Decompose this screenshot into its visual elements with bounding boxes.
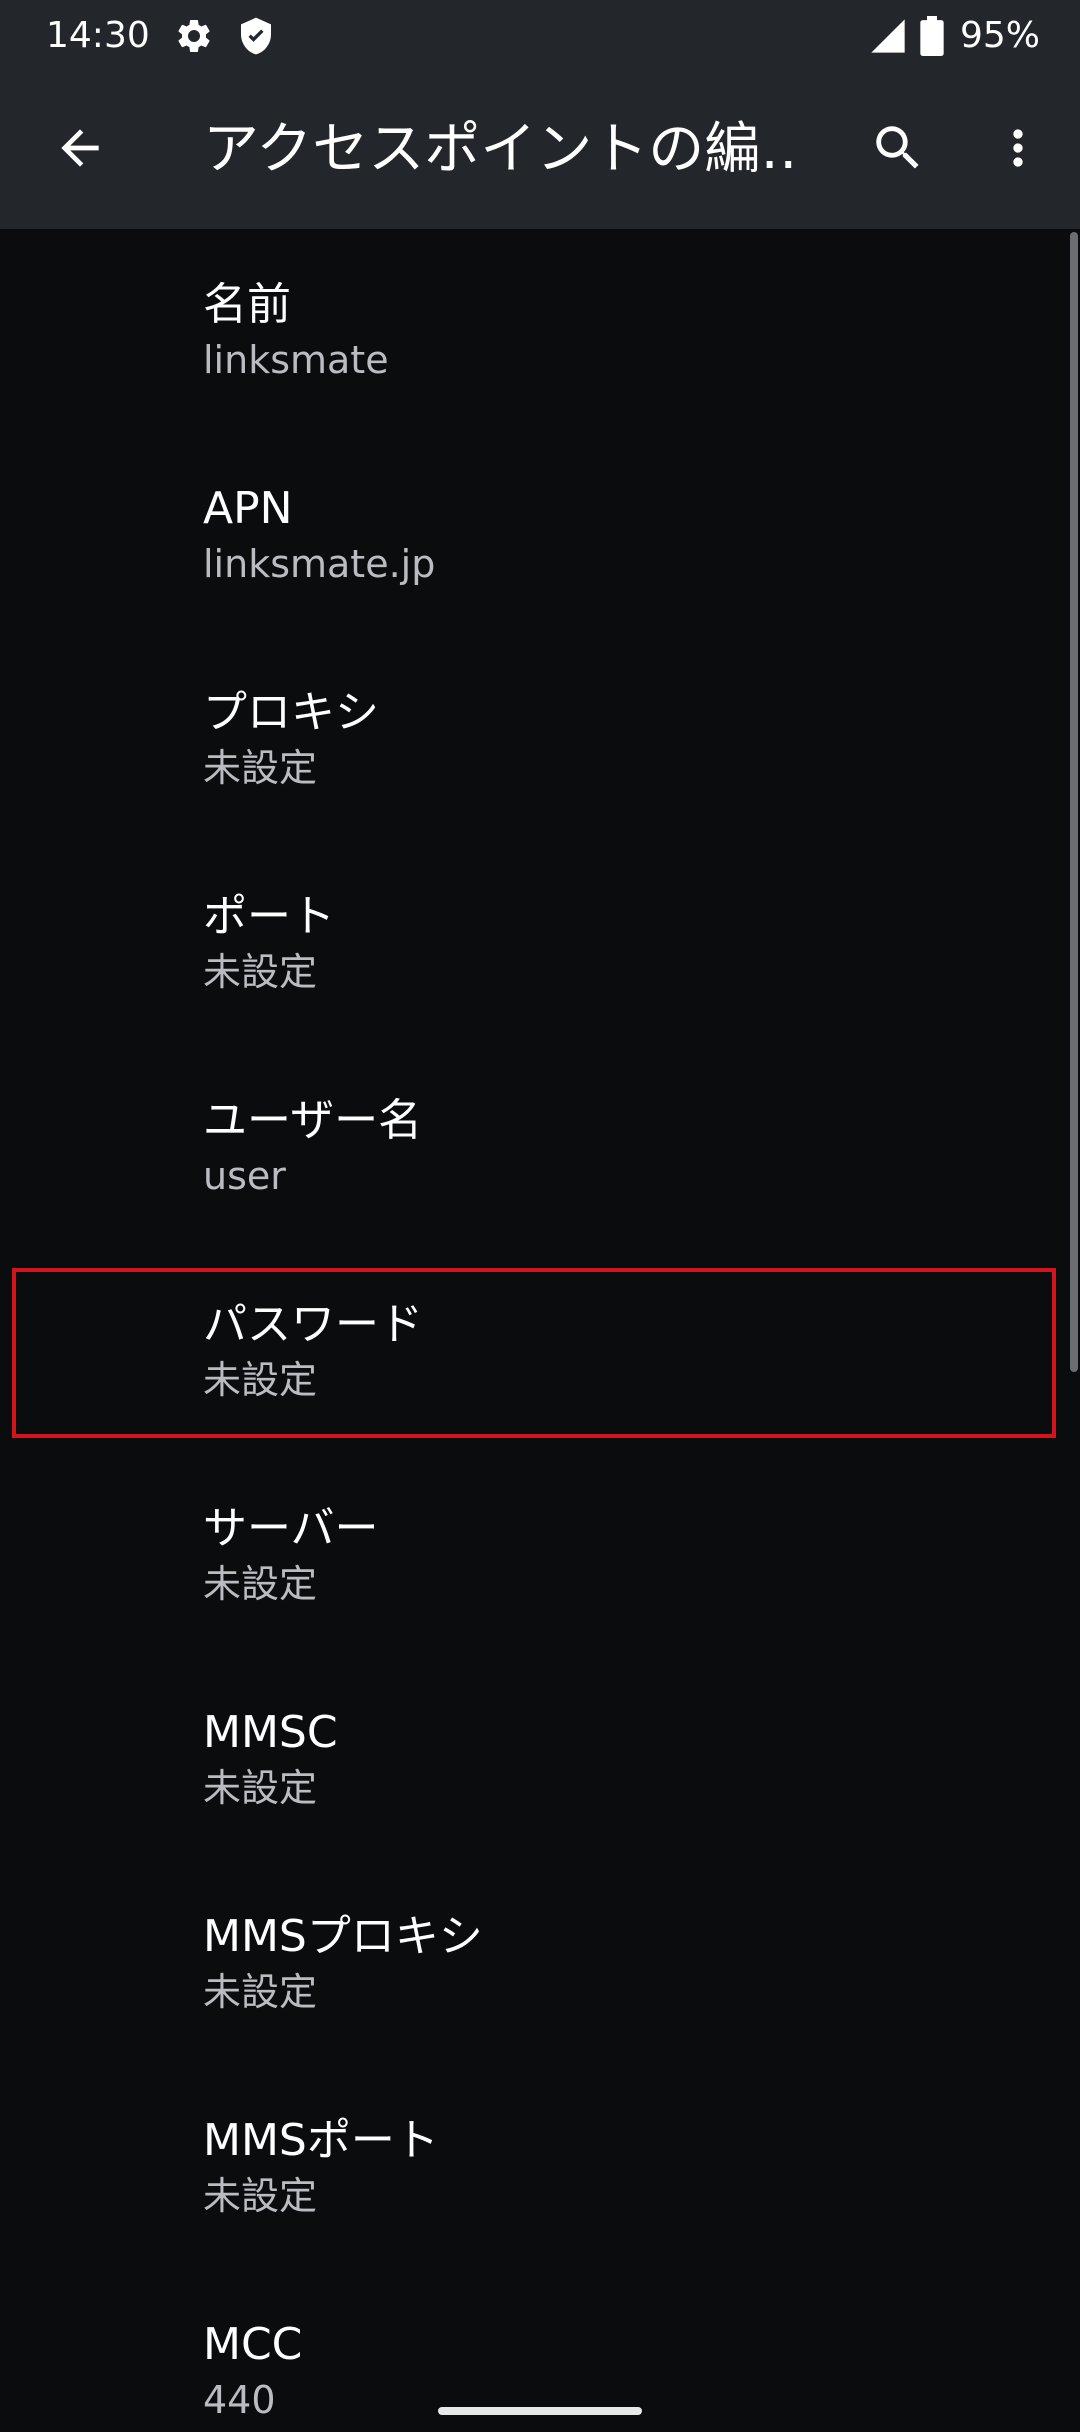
- battery-percent: 95%: [960, 15, 1041, 56]
- home-indicator[interactable]: [438, 2407, 642, 2415]
- pref-title: MMSプロキシ: [203, 1911, 483, 1962]
- arrow-back-icon: [52, 120, 108, 180]
- pref-summary: linksmate: [203, 338, 389, 382]
- pref-title: MCC: [203, 2319, 303, 2370]
- search-button[interactable]: [850, 102, 946, 198]
- back-button[interactable]: [32, 102, 128, 198]
- pref-username[interactable]: ユーザー名 user: [0, 1045, 1080, 1249]
- pref-title: サーバー: [203, 1503, 379, 1554]
- pref-server[interactable]: サーバー 未設定: [0, 1453, 1080, 1657]
- pref-title: プロキシ: [203, 687, 379, 738]
- battery-icon: [918, 16, 946, 57]
- page-title: アクセスポイントの編…: [203, 117, 803, 182]
- pref-apn[interactable]: APN linksmate.jp: [0, 433, 1080, 637]
- pref-summary: user: [203, 1154, 286, 1198]
- search-icon: [869, 119, 927, 181]
- pref-summary: 未設定: [203, 1562, 318, 1606]
- pref-title: ポート: [203, 891, 335, 942]
- pref-summary: 未設定: [203, 1970, 318, 2014]
- status-time: 14:30: [46, 15, 150, 56]
- more-options-button[interactable]: [970, 102, 1066, 198]
- shield-icon: [236, 16, 276, 56]
- screen: 14:30 95% アクセスポイントの編… 名前 linksmate APN l…: [0, 0, 1080, 2432]
- pref-mmsc[interactable]: MMSC 未設定: [0, 1657, 1080, 1861]
- pref-summary: 未設定: [203, 950, 318, 994]
- more-vert-icon: [990, 120, 1046, 180]
- pref-title: MMSポート: [203, 2115, 439, 2166]
- highlight-box: [12, 1268, 1056, 1438]
- pref-title: MMSC: [203, 1707, 338, 1758]
- pref-name[interactable]: 名前 linksmate: [0, 229, 1080, 433]
- settings-gear-icon: [174, 16, 214, 56]
- pref-proxy[interactable]: プロキシ 未設定: [0, 637, 1080, 841]
- signal-icon: [868, 16, 908, 56]
- status-bar: 14:30 95%: [0, 0, 1080, 72]
- pref-mms-proxy[interactable]: MMSプロキシ 未設定: [0, 1861, 1080, 2065]
- app-bar: アクセスポイントの編…: [0, 72, 1080, 229]
- pref-summary: linksmate.jp: [203, 542, 436, 586]
- pref-summary: 未設定: [203, 1766, 318, 1810]
- pref-port[interactable]: ポート 未設定: [0, 841, 1080, 1045]
- pref-title: ユーザー名: [203, 1095, 423, 1146]
- scrollbar[interactable]: [1070, 232, 1078, 1372]
- pref-title: 名前: [203, 279, 291, 330]
- pref-summary: 未設定: [203, 746, 318, 790]
- pref-summary: 未設定: [203, 2174, 318, 2218]
- pref-summary: 440: [203, 2378, 276, 2422]
- pref-mms-port[interactable]: MMSポート 未設定: [0, 2065, 1080, 2269]
- pref-title: APN: [203, 483, 293, 534]
